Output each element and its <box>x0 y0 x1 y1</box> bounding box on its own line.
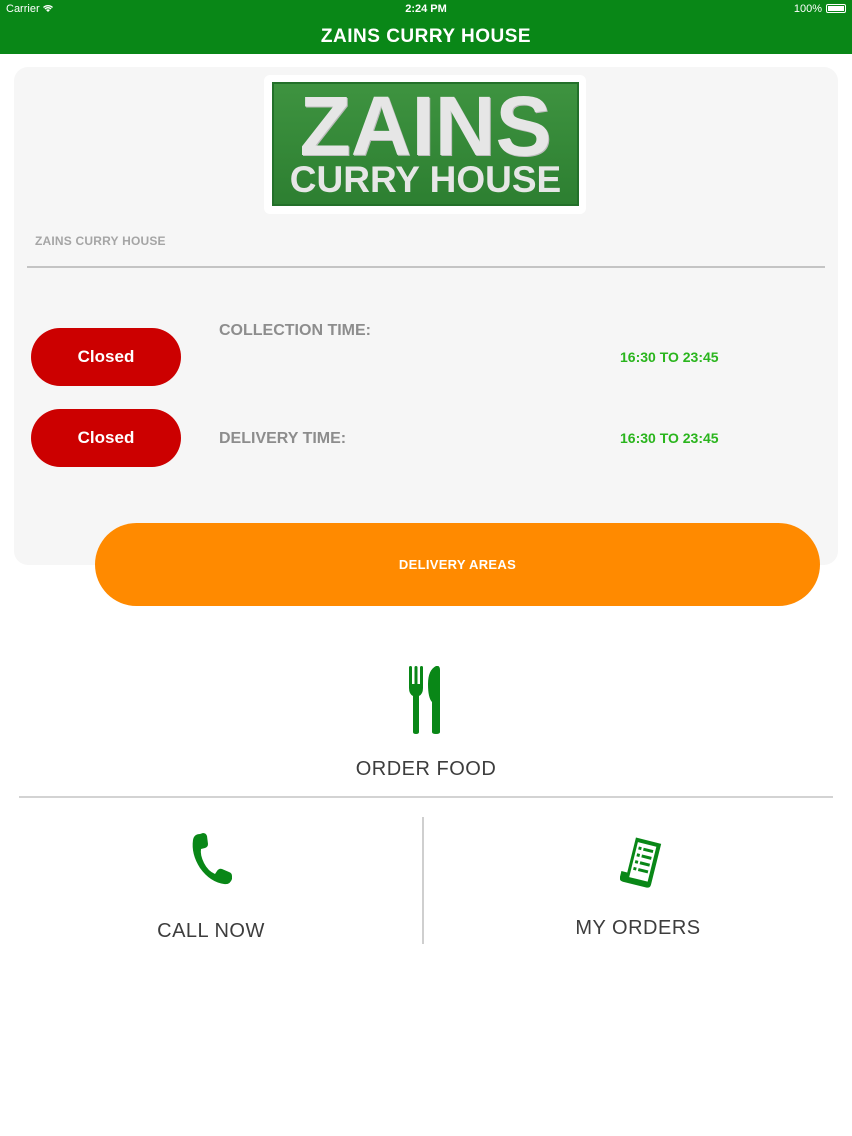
logo-text-sub: CURRY HOUSE <box>289 159 562 200</box>
delivery-time-label: DELIVERY TIME: <box>219 430 347 447</box>
delivery-areas-button[interactable]: DELIVERY AREAS <box>95 523 820 606</box>
nav-bar: ZAINS CURRY HOUSE <box>0 18 852 54</box>
delivery-status-badge: Closed <box>31 409 181 467</box>
receipt-icon <box>620 837 662 888</box>
my-orders-button[interactable]: MY ORDERS <box>424 810 852 960</box>
divider <box>19 796 833 798</box>
order-food-label: ORDER FOOD <box>355 758 497 780</box>
clock: 2:24 PM <box>405 3 447 15</box>
page-title: ZAINS CURRY HOUSE <box>320 26 532 47</box>
delivery-time-value: 16:30 TO 23:45 <box>620 430 719 446</box>
restaurant-logo: ZAINS CURRY HOUSE <box>272 80 579 206</box>
status-bar: Carrier 2:24 PM 100% <box>0 0 852 18</box>
battery-icon <box>826 4 846 13</box>
collection-time-value: 16:30 TO 23:45 <box>620 349 719 365</box>
my-orders-label: MY ORDERS <box>575 917 701 939</box>
restaurant-name: ZAINS CURRY HOUSE <box>35 234 166 248</box>
divider <box>27 266 825 268</box>
collection-time-label: COLLECTION TIME: <box>219 322 371 339</box>
call-now-label: CALL NOW <box>157 920 265 942</box>
fork-knife-icon <box>409 666 440 734</box>
collection-status-badge: Closed <box>31 328 181 386</box>
battery-percent: 100% <box>793 3 822 15</box>
order-food-button[interactable]: ORDER FOOD <box>0 650 852 790</box>
phone-icon <box>192 833 232 885</box>
call-now-button[interactable]: CALL NOW <box>0 810 422 960</box>
